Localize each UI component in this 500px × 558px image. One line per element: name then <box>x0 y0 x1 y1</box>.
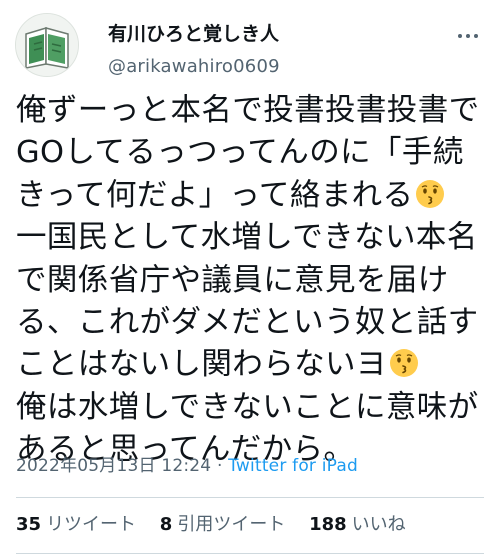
likes-count: 188 <box>309 514 347 535</box>
tweet-line: 俺ずーっと本名で投書投書投書で <box>16 93 480 128</box>
tweet-line: GOしてるっつってんのに「手続 <box>16 135 464 171</box>
tweet-meta: 2022年05月13日 12:24 · Twitter for iPad <box>16 454 358 478</box>
timestamp[interactable]: 2022年05月13日 12:24 <box>16 456 211 476</box>
source-link[interactable]: Twitter for iPad <box>228 456 358 476</box>
tweet-line-text: ことはないし関わらないヨ <box>16 347 387 383</box>
tweet-header: 有川ひろと覚しき人 @arikawahiro0609 <box>0 0 500 90</box>
kissing-face-icon <box>416 179 445 208</box>
user-handle[interactable]: @arikawahiro0609 <box>108 56 280 78</box>
tweet-card: 有川ひろと覚しき人 @arikawahiro0609 俺ずーっと本名で投書投書投… <box>0 0 500 558</box>
tweet-line: 俺は水増しできないことに意味が <box>16 389 479 425</box>
divider <box>16 553 484 554</box>
quotes-stat[interactable]: 8 引用ツイート <box>160 514 286 535</box>
meta-separator: · <box>216 456 223 476</box>
more-options-icon[interactable] <box>456 24 486 48</box>
avatar[interactable] <box>15 13 79 77</box>
display-name[interactable]: 有川ひろと覚しき人 <box>108 22 279 46</box>
kissing-face-icon <box>389 349 418 378</box>
retweets-label: リツイート <box>46 514 137 535</box>
retweets-count: 35 <box>16 514 42 535</box>
engagement-stats: 35 リツイート 8 引用ツイート 188 いいね <box>16 512 424 538</box>
divider <box>16 497 484 498</box>
retweets-stat[interactable]: 35 リツイート <box>16 514 136 535</box>
likes-stat[interactable]: 188 いいね <box>309 514 406 535</box>
quotes-count: 8 <box>159 514 173 535</box>
tweet-line-with-emoji: ことはないし関わらないヨ <box>16 344 492 386</box>
tweet-text: 俺ずーっと本名で投書投書投書で GOしてるっつってんのに「手続 きって何だよ」っ… <box>16 90 492 472</box>
likes-label: いいね <box>351 514 406 535</box>
tweet-line-with-emoji: きって何だよ」って絡まれる <box>16 175 492 217</box>
tweet-line-text: きって何だよ」って絡まれる <box>16 177 414 213</box>
avatar-image <box>16 14 78 76</box>
quotes-label: 引用ツイート <box>177 514 286 535</box>
tweet-line: 一国民として水増しできない本名 <box>16 220 478 256</box>
tweet-line: る、これがダメだという奴と話す <box>16 305 479 341</box>
tweet-line: で関係省庁や議員に意見を届け <box>16 262 449 298</box>
